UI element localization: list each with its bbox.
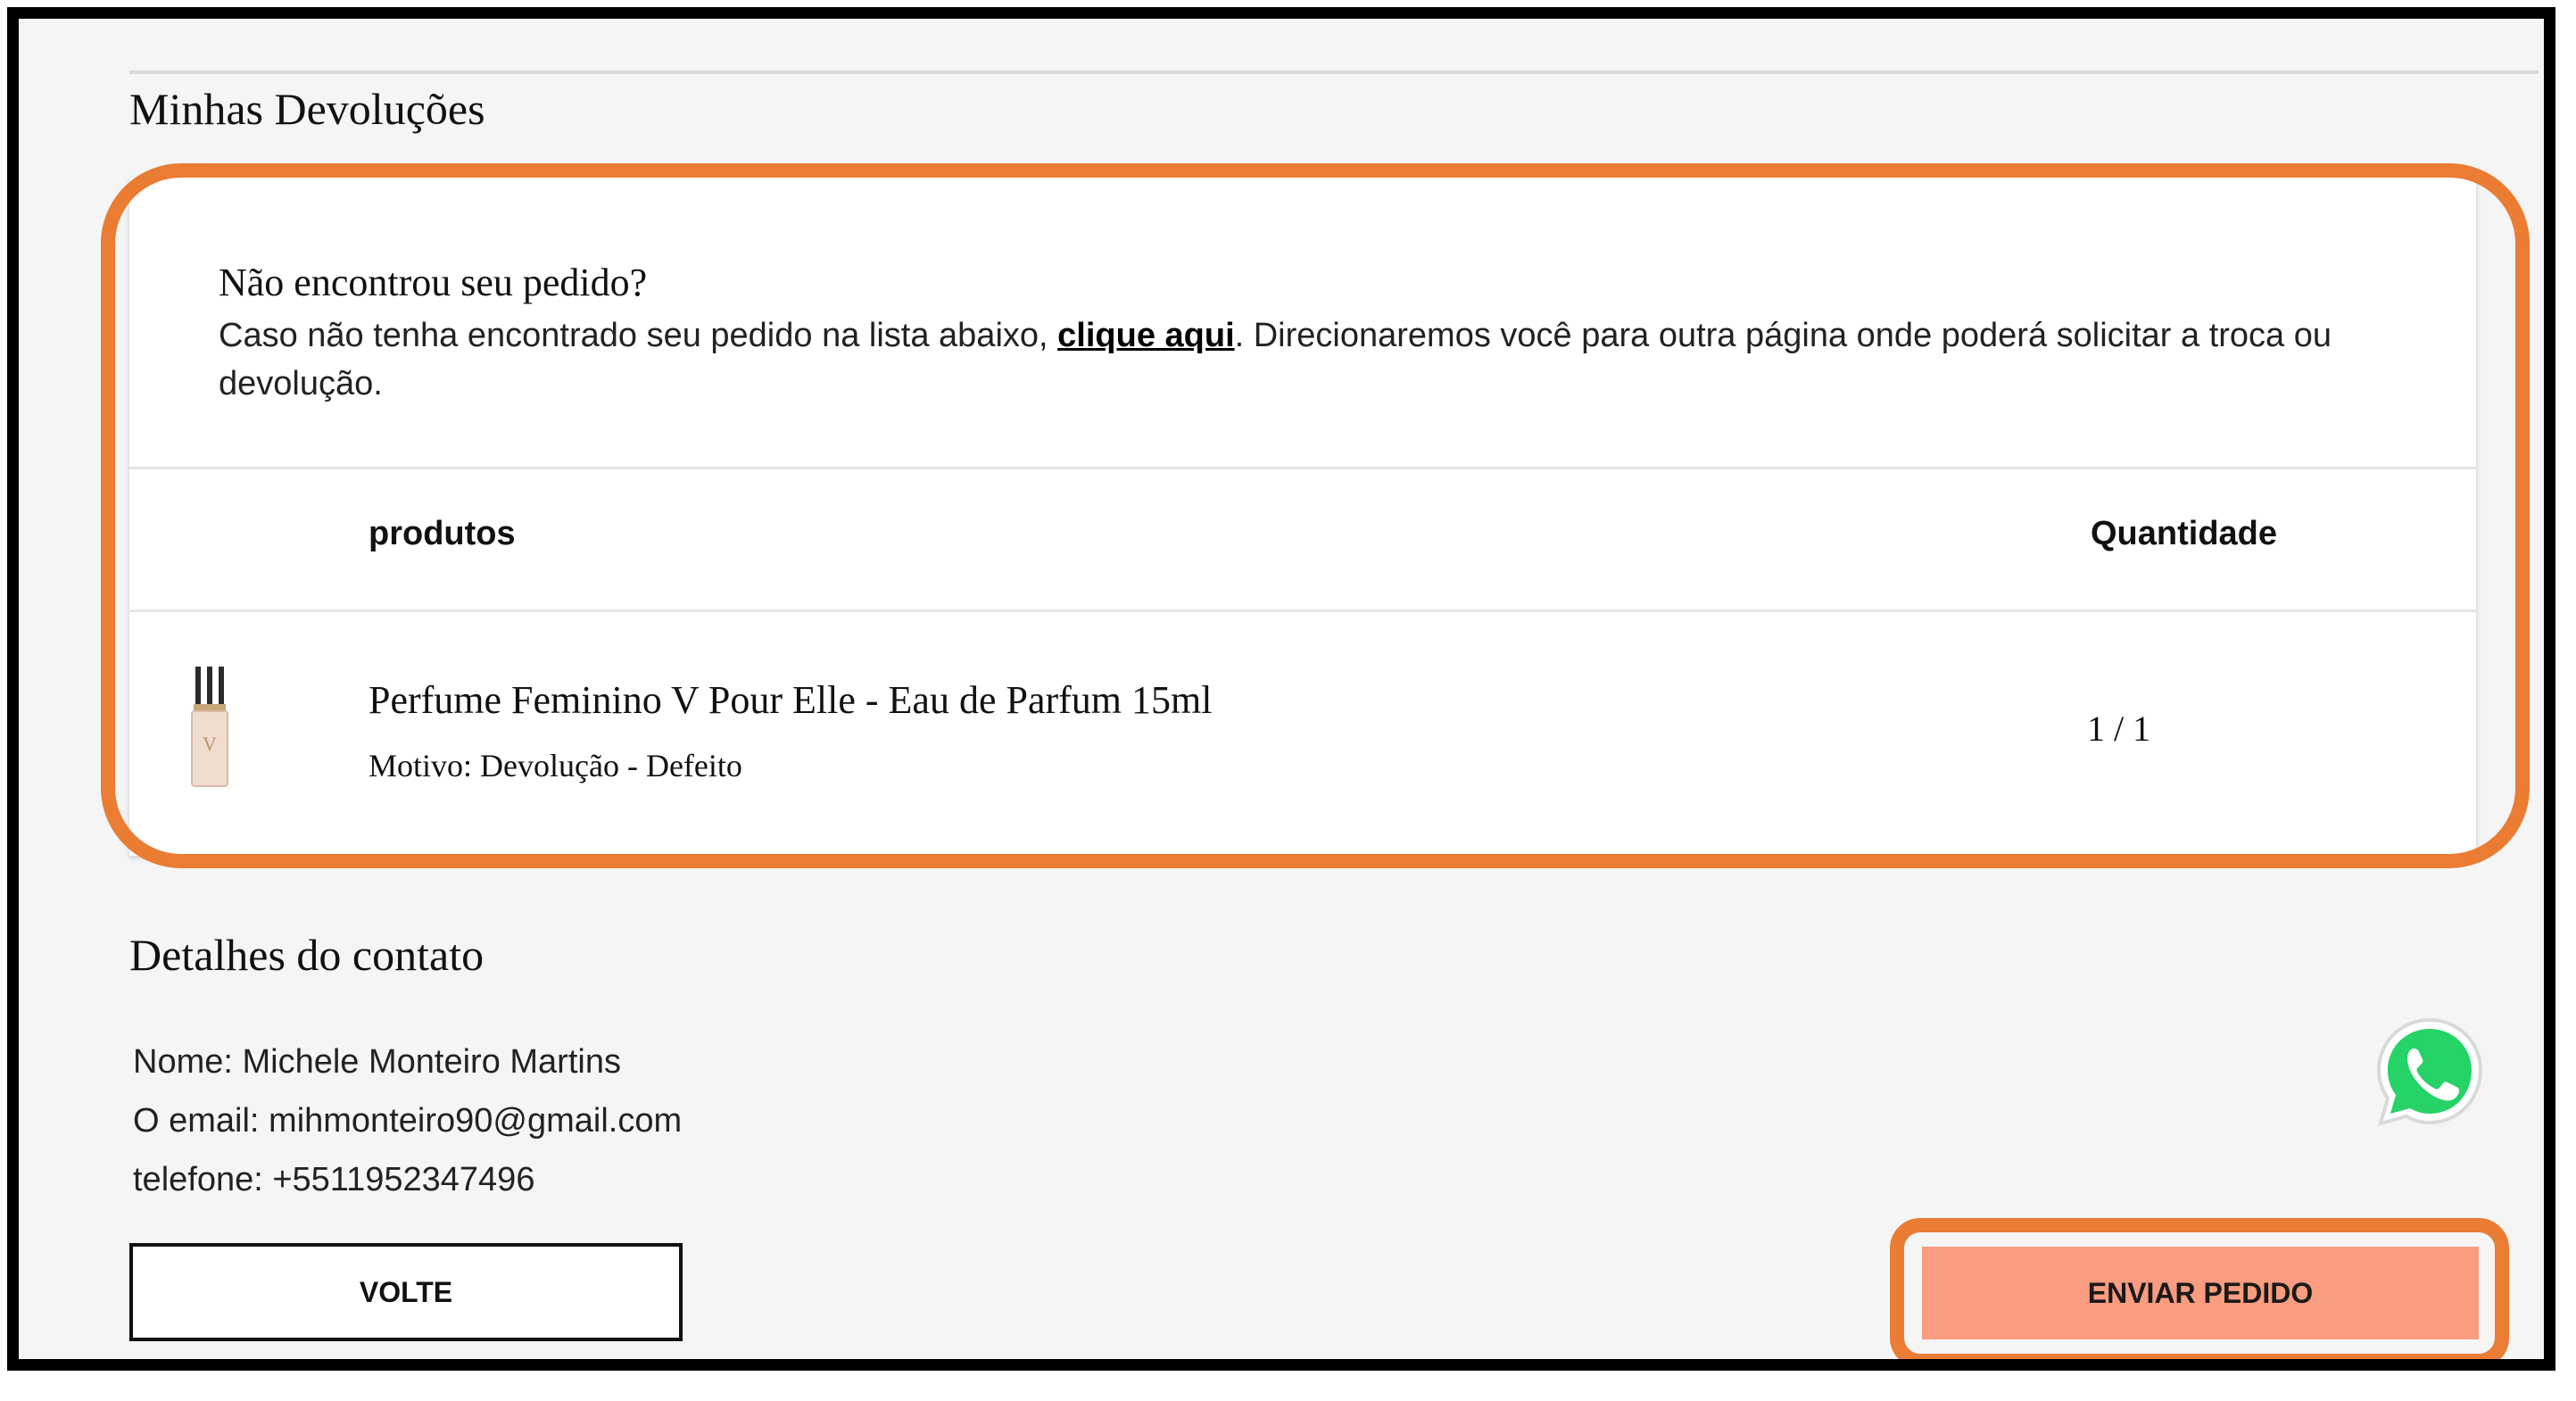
top-divider (129, 70, 2539, 74)
click-here-link[interactable]: clique aqui (1057, 317, 1234, 354)
card-divider (129, 467, 2476, 469)
product-reason: Motivo: Devolução - Defeito (369, 748, 742, 783)
send-request-button[interactable]: ENVIAR PEDIDO (1922, 1247, 2479, 1339)
returns-card: Não encontrou seu pedido? Caso não tenha… (129, 178, 2476, 856)
contact-phone: telefone: +5511952347496 (133, 1161, 535, 1198)
page-title: Minhas Devoluções (129, 84, 485, 134)
card-divider (129, 609, 2476, 612)
column-header-quantity: Quantidade (2091, 515, 2278, 552)
product-quantity: 1 / 1 (2087, 709, 2151, 749)
contact-section-title: Detalhes do contato (129, 930, 485, 980)
perfume-bottle-icon: V (191, 667, 228, 787)
column-header-products: produtos (369, 515, 516, 552)
product-name: Perfume Feminino V Pour Elle - Eau de Pa… (369, 678, 1213, 722)
contact-email: O email: mihmonteiro90@gmail.com (133, 1102, 683, 1140)
notice-text-before: Caso não tenha encontrado seu pedido na … (219, 317, 1058, 354)
whatsapp-icon[interactable] (2367, 1009, 2492, 1134)
screenshot-frame: Minhas Devoluções Não encontrou seu pedi… (7, 7, 2555, 1371)
back-button[interactable]: VOLTE (129, 1243, 683, 1341)
svg-text:V: V (203, 733, 217, 755)
notice-title: Não encontrou seu pedido? (219, 261, 648, 304)
notice-text: Caso não tenha encontrado seu pedido na … (219, 311, 2396, 408)
contact-name: Nome: Michele Monteiro Martins (133, 1043, 621, 1081)
